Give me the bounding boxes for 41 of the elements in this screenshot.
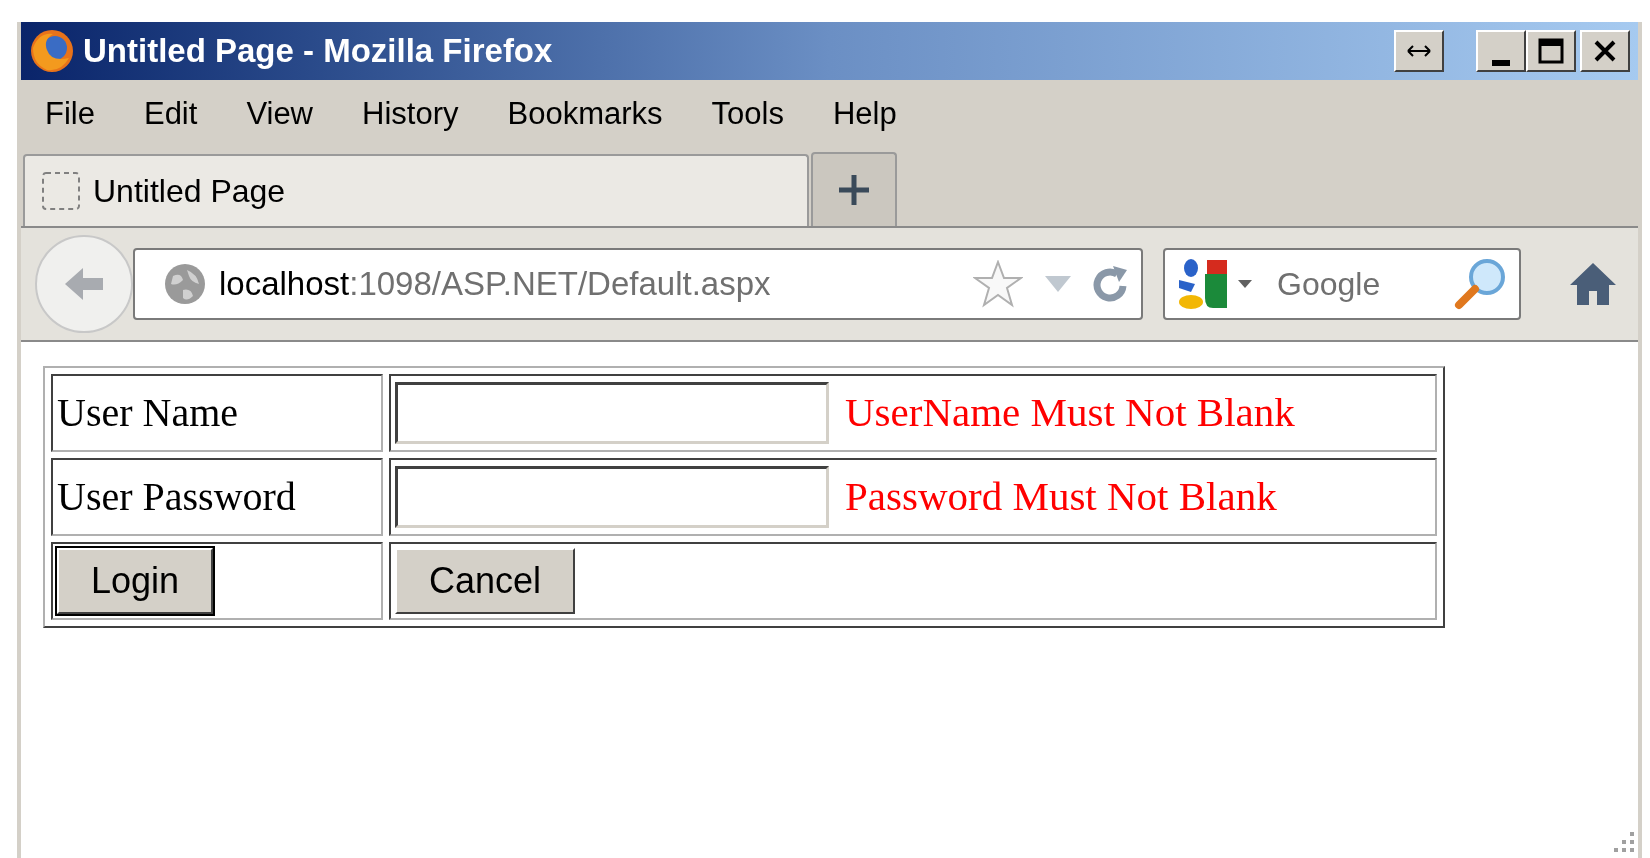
error-message: UserName Must Not Blank <box>845 388 1295 438</box>
resize-button[interactable] <box>1394 30 1444 72</box>
blank-page-icon <box>41 171 81 211</box>
close-icon <box>1593 39 1617 63</box>
dropdown-arrow-icon[interactable] <box>1237 279 1253 289</box>
search-placeholder: Google <box>1277 265 1381 304</box>
url-host: localhost <box>219 264 350 305</box>
input-field[interactable] <box>395 382 829 444</box>
plus-icon <box>837 173 871 207</box>
menu-item[interactable]: Edit <box>143 90 198 138</box>
new-tab-button[interactable] <box>811 152 897 226</box>
window-title: Untitled Page - Mozilla Firefox <box>83 31 553 72</box>
globe-icon <box>163 262 207 306</box>
browser-tab[interactable]: Untitled Page <box>23 154 809 226</box>
minimize-button[interactable] <box>1476 30 1526 72</box>
error-message: Password Must Not Blank <box>845 472 1277 522</box>
reload-icon[interactable] <box>1093 264 1129 304</box>
search-engine-icon[interactable] <box>1177 258 1229 310</box>
menu-item[interactable]: Help <box>832 90 897 138</box>
star-icon[interactable] <box>973 260 1023 308</box>
maximize-button[interactable] <box>1526 30 1576 72</box>
menu-item[interactable]: History <box>362 90 459 138</box>
home-icon[interactable] <box>1568 261 1618 307</box>
address-bar[interactable]: localhost:1098/ASP.NET/Default.aspx <box>133 248 1143 320</box>
close-button[interactable] <box>1580 30 1630 72</box>
menu-item[interactable]: File <box>45 90 95 138</box>
menu-item[interactable]: View <box>246 90 313 138</box>
input-field[interactable] <box>395 466 829 528</box>
maximize-icon <box>1538 38 1564 64</box>
minimize-icon <box>1492 60 1510 66</box>
field-label: User Password <box>57 474 296 519</box>
field-label: User Name <box>57 390 239 435</box>
menu-item[interactable]: Tools <box>711 90 784 138</box>
search-field[interactable]: Google <box>1163 248 1521 320</box>
menu-item[interactable]: Bookmarks <box>507 90 663 138</box>
form-button[interactable]: Cancel <box>395 548 576 614</box>
double-arrow-icon <box>1406 44 1432 58</box>
firefox-logo-icon <box>29 28 75 74</box>
url-path: :1098/ASP.NET/Default.aspx <box>349 264 771 305</box>
form-button[interactable]: Login <box>57 548 214 614</box>
search-icon[interactable] <box>1453 257 1507 311</box>
